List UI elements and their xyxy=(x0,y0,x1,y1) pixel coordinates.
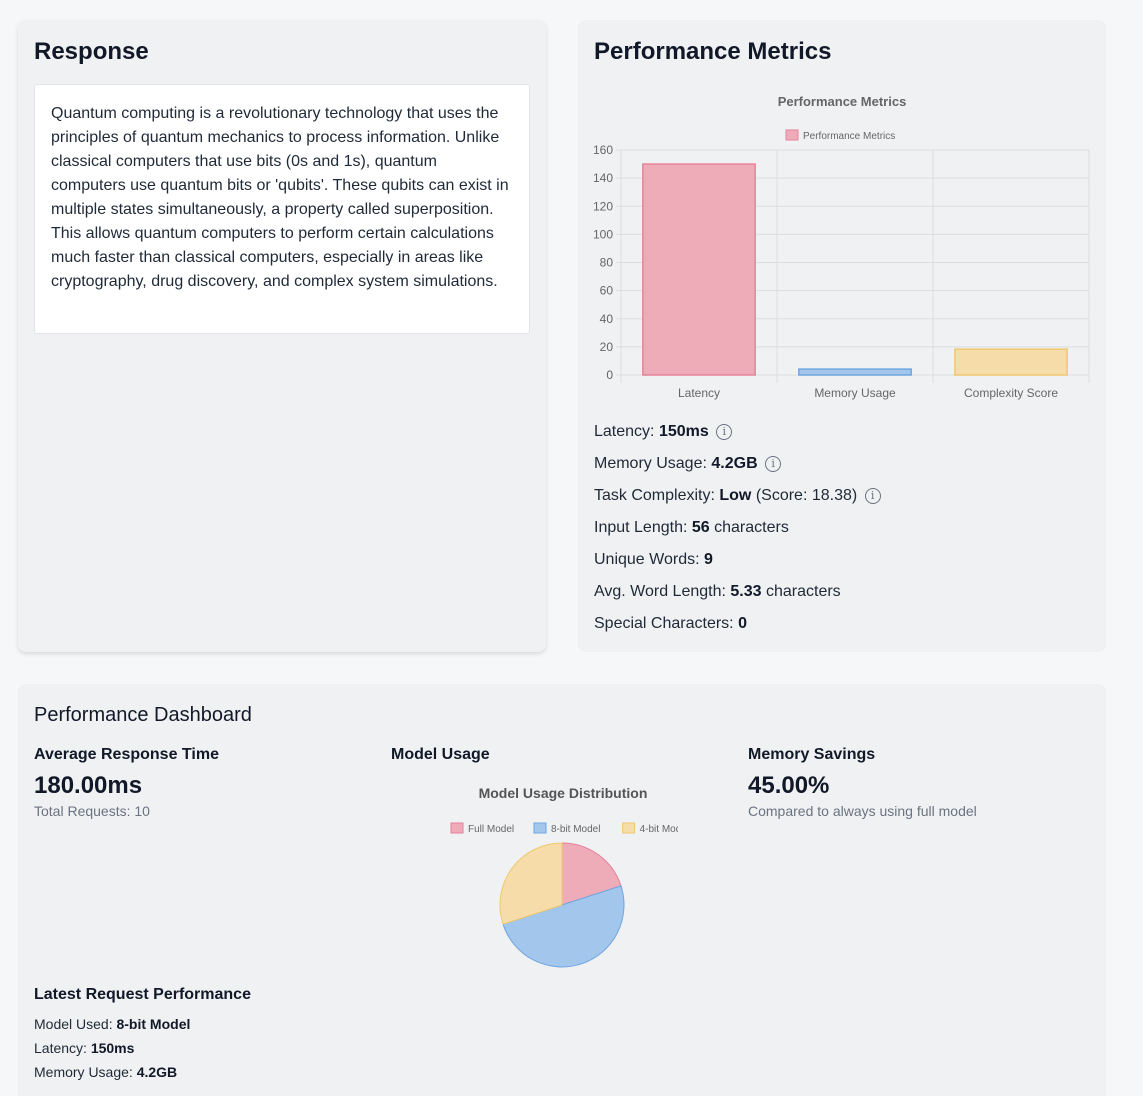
latency-info-icon[interactable]: i xyxy=(716,424,733,440)
complexity-value: Low xyxy=(719,487,752,504)
complexity-info-icon[interactable]: i xyxy=(864,488,881,504)
bar-complexity-score xyxy=(954,348,1068,376)
latest-memory-line: Memory Usage: 4.2GB xyxy=(34,1060,251,1084)
response-title: Response xyxy=(34,38,149,65)
memory-label: Memory Usage: xyxy=(594,455,707,472)
y-tick-label: 160 xyxy=(593,143,613,157)
special-chars-label: Special Characters: xyxy=(594,615,734,632)
x-tick-label: Memory Usage xyxy=(814,386,896,400)
response-text: Quantum computing is a revolutionary tec… xyxy=(34,84,530,334)
avg-word-length-value: 5.33 xyxy=(730,583,762,600)
model-usage-pie-chart: Model Usage Distribution Full Model 8-bit … xyxy=(450,785,678,968)
model-usage-title: Model Usage xyxy=(391,746,490,763)
pie-chart-title: Model Usage Distribution xyxy=(479,785,648,801)
latest-memory-label: Memory Usage: xyxy=(34,1064,133,1080)
pie-legend-label: Full Model xyxy=(468,824,514,835)
response-card: Response Quantum computing is a revoluti… xyxy=(18,20,546,652)
latency-stat: Latency: 150ms i xyxy=(594,420,881,452)
avg-response-section: Average Response Time 180.00ms Total Req… xyxy=(34,746,219,819)
complexity-label: Task Complexity: xyxy=(594,487,715,504)
latest-memory-value: 4.2GB xyxy=(136,1064,178,1080)
latest-latency-value: 150ms xyxy=(90,1040,135,1056)
latest-latency-label: Latency: xyxy=(34,1040,87,1056)
latest-request-title: Latest Request Performance xyxy=(34,986,251,1003)
memory-savings-value: 45.00% xyxy=(748,772,830,799)
avg-response-title: Average Response Time xyxy=(34,746,219,763)
unique-words-value: 9 xyxy=(703,551,713,568)
y-tick-label: 20 xyxy=(600,340,614,354)
latest-model-value: 8-bit Model xyxy=(116,1016,191,1032)
avg-word-length-stat: Avg. Word Length: 5.33 characters xyxy=(594,580,881,612)
latency-value: 150ms xyxy=(658,423,709,440)
bar-memory-usage xyxy=(798,368,912,376)
complexity-score: (Score: 18.38) xyxy=(755,487,858,504)
total-requests: Total Requests: 10 xyxy=(34,803,150,819)
unique-words-label: Unique Words: xyxy=(594,551,700,568)
y-tick-label: 60 xyxy=(600,284,614,298)
metrics-title: Performance Metrics xyxy=(594,38,832,65)
y-tick-label: 140 xyxy=(593,171,613,185)
y-tick-label: 120 xyxy=(593,199,613,213)
avg-response-value: 180.00ms xyxy=(34,772,143,799)
performance-metrics-card: Performance Metrics Performance Metrics P… xyxy=(578,20,1106,652)
y-tick-label: 0 xyxy=(606,368,613,382)
pie-legend-swatch xyxy=(450,822,464,834)
avg-word-length-label: Avg. Word Length: xyxy=(594,583,726,600)
input-length-stat: Input Length: 56 characters xyxy=(594,516,881,548)
input-length-unit: characters xyxy=(714,519,789,536)
input-length-label: Input Length: xyxy=(594,519,688,536)
dashboard-title: Performance Dashboard xyxy=(34,704,252,726)
bar-latency xyxy=(642,163,756,376)
y-tick-label: 80 xyxy=(600,256,614,270)
pie-legend-swatch xyxy=(622,822,636,834)
pie-legend-label: 8-bit Model xyxy=(551,824,600,835)
metrics-stat-list: Latency: 150ms i Memory Usage: 4.2GB i T… xyxy=(594,420,881,644)
memory-value: 4.2GB xyxy=(711,455,758,472)
latest-request-section: Latest Request Performance Model Used: 8… xyxy=(34,986,251,1084)
latest-model-label: Model Used: xyxy=(34,1016,113,1032)
bar-legend-swatch xyxy=(785,129,799,141)
latency-label: Latency: xyxy=(594,423,655,440)
latest-latency-line: Latency: 150ms xyxy=(34,1036,251,1060)
memory-info-icon[interactable]: i xyxy=(765,456,782,472)
bar-chart-title: Performance Metrics xyxy=(778,94,907,109)
avg-word-length-unit: characters xyxy=(765,583,841,600)
y-tick-label: 100 xyxy=(593,227,613,241)
memory-savings-title: Memory Savings xyxy=(748,746,876,763)
unique-words-stat: Unique Words: 9 xyxy=(594,548,881,580)
memory-stat: Memory Usage: 4.2GB i xyxy=(594,452,881,484)
pie-legend-label: 4-bit Model xyxy=(640,824,678,835)
performance-bar-chart: Performance Metrics Performance Metrics 0 2… xyxy=(593,94,1090,400)
pie-legend-swatch xyxy=(533,822,547,834)
memory-savings-note: Compared to always using full model xyxy=(748,803,977,819)
latest-model-line: Model Used: 8-bit Model xyxy=(34,1012,251,1036)
bar-legend-label: Performance Metrics xyxy=(803,131,895,142)
model-usage-section: Model Usage xyxy=(391,746,490,766)
y-tick-label: 40 xyxy=(600,312,614,326)
special-chars-stat: Special Characters: 0 xyxy=(594,612,881,644)
special-chars-value: 0 xyxy=(738,615,747,632)
x-tick-label: Latency xyxy=(678,386,720,400)
complexity-stat: Task Complexity: Low (Score: 18.38) i xyxy=(594,484,881,516)
x-tick-label: Complexity Score xyxy=(964,386,1058,400)
performance-dashboard-card: Performance Dashboard Average Response T… xyxy=(18,684,1106,1096)
memory-savings-section: Memory Savings 45.00% Compared to always… xyxy=(748,746,977,819)
input-length-value: 56 xyxy=(691,519,710,536)
